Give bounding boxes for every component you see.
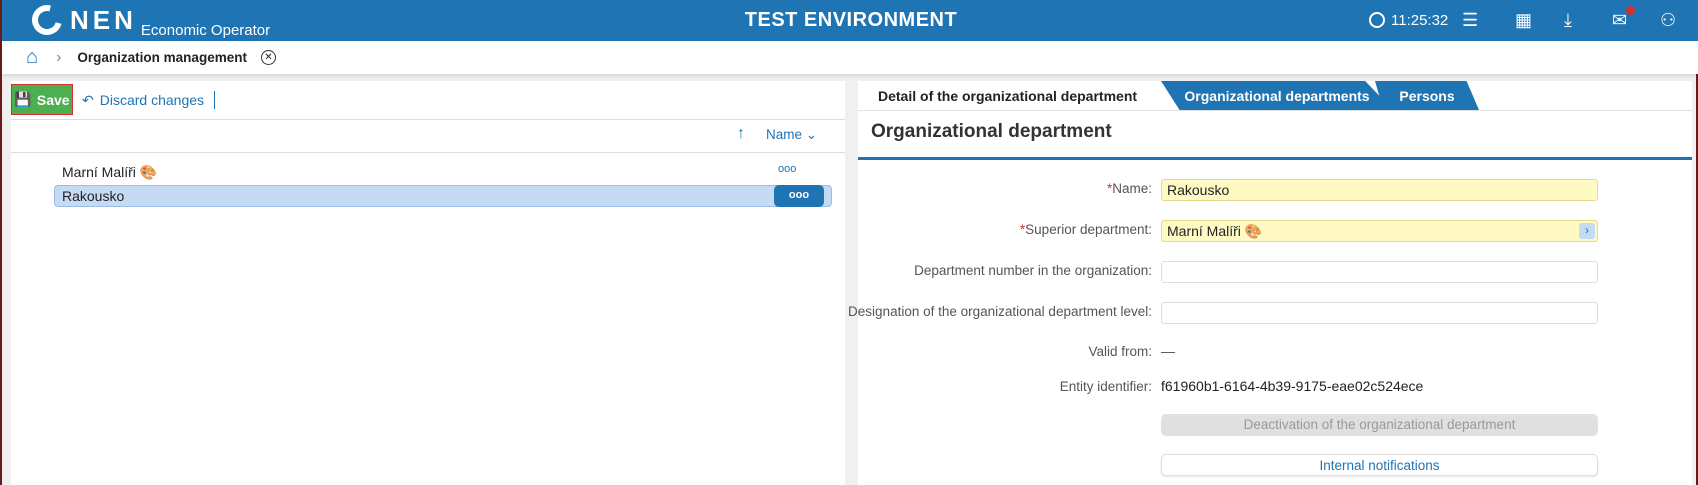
entity-identifier-value: f61960b1-6164-4b39-9175-eae02c524ece <box>1161 378 1424 394</box>
divider <box>11 152 845 153</box>
download-icon[interactable]: ⤓ <box>1564 10 1572 30</box>
deactivate-button[interactable]: Deactivation of the organizational depar… <box>1161 414 1598 436</box>
save-button[interactable]: 💾 Save <box>11 84 73 115</box>
discard-changes-button[interactable]: ↶ Discard changes <box>82 91 216 109</box>
org-tree-panel: 💾 Save ↶ Discard changes ↑ Name ⌄ Marní Ma… <box>11 81 845 485</box>
tree-item-name: Marní Malíři <box>62 164 136 180</box>
sort-ascending-icon[interactable]: ↑ <box>737 125 745 143</box>
level-input[interactable] <box>1161 302 1598 324</box>
undo-icon: ↶ <box>82 91 94 108</box>
internal-notifications-button[interactable]: Internal notifications <box>1161 454 1598 476</box>
tab-organizational-departments[interactable]: Organizational departments <box>1161 81 1393 110</box>
close-tab-icon[interactable]: ✕ <box>260 50 276 65</box>
user-icon[interactable]: ⚇ <box>1660 10 1676 30</box>
name-input[interactable]: Rakousko <box>1161 179 1598 201</box>
home-icon[interactable]: ⌂ <box>26 46 38 69</box>
tab-persons[interactable]: Persons <box>1375 81 1479 110</box>
name-label-text: Name: <box>1112 181 1152 196</box>
palette-icon: 🎨 <box>139 164 158 180</box>
calendar-icon[interactable]: ▦ <box>1515 10 1532 30</box>
superior-label-text: Superior department: <box>1025 222 1152 237</box>
tree-item[interactable]: Marní Malíři 🎨 <box>62 164 157 181</box>
divider <box>11 119 845 120</box>
department-number-input[interactable] <box>1161 261 1598 283</box>
breadcrumb: ⌂ › Organization management ✕ <box>2 41 1698 74</box>
clock-icon <box>1369 12 1385 28</box>
top-header: NEN Economic Operator TEST ENVIRONMENT 1… <box>2 0 1698 41</box>
chevron-right-icon: › <box>56 48 62 66</box>
valid-from-value: — <box>1161 343 1175 359</box>
session-clock: 11:25:32 <box>1369 10 1448 30</box>
divider <box>858 110 1692 111</box>
section-title: Organizational department <box>871 121 1112 142</box>
sort-by-name[interactable]: Name ⌄ <box>766 127 817 143</box>
tab-detail[interactable]: Detail of the organizational department <box>878 81 1137 110</box>
chevron-right-icon[interactable]: › <box>1579 223 1595 239</box>
superior-value: Marní Malíři 🎨 <box>1167 223 1263 239</box>
toolbar-divider <box>214 91 216 109</box>
entity-identifier-label: Entity identifier: <box>1059 379 1152 394</box>
more-options-button[interactable]: ooo <box>778 163 796 175</box>
department-number-label: Department number in the organization: <box>914 263 1152 278</box>
discard-label: Discard changes <box>99 92 205 108</box>
menu-icon[interactable]: ☰ <box>1462 10 1478 30</box>
clock-time: 11:25:32 <box>1391 11 1449 29</box>
mail-icon[interactable]: ✉ <box>1612 6 1636 30</box>
valid-from-label: Valid from: <box>1088 344 1152 359</box>
breadcrumb-current: Organization management <box>77 50 247 65</box>
chevron-down-icon: ⌄ <box>805 127 818 142</box>
superior-department-input[interactable]: Marní Malíři 🎨 › <box>1161 220 1598 242</box>
save-label: Save <box>36 91 70 108</box>
superior-label: *Superior department: <box>2 222 1152 237</box>
section-underline <box>858 157 1692 160</box>
sort-label: Name <box>766 127 803 142</box>
level-label: Designation of the organizational depart… <box>848 304 1152 319</box>
floppy-icon: 💾 <box>14 91 32 107</box>
name-label: *Name: <box>2 181 1152 196</box>
